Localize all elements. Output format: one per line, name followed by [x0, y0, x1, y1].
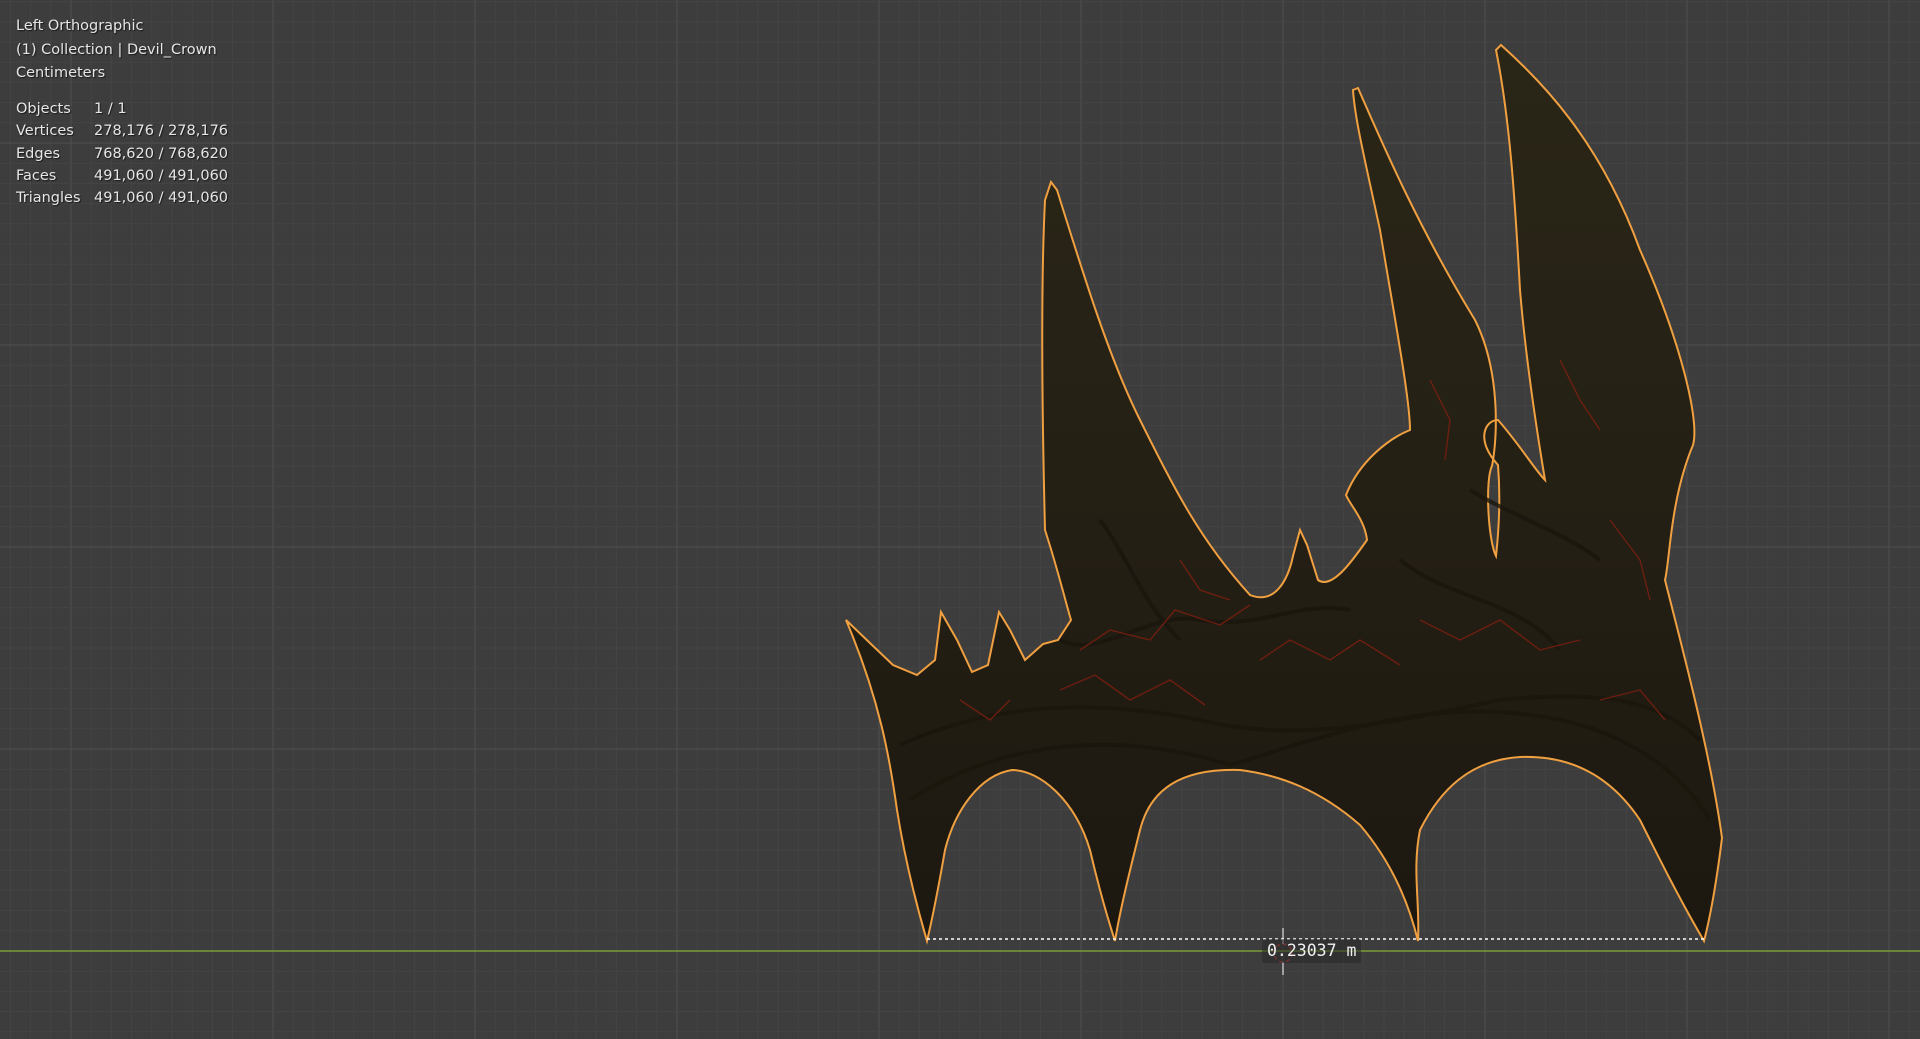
stat-row-faces: Faces 491,060 / 491,060 — [16, 165, 228, 187]
stat-value: 491,060 / 491,060 — [94, 167, 229, 184]
stat-label: Edges — [16, 145, 61, 162]
crown-mesh[interactable] — [845, 43, 1724, 945]
devil-crown-object[interactable] — [0, 0, 1920, 1039]
stat-value: 768,620 / 768,620 — [94, 145, 229, 162]
stat-row-triangles: Triangles 491,060 / 491,060 — [16, 187, 228, 209]
stat-label: Objects — [16, 101, 71, 117]
viewport-text-info: Left Orthographic (1) Collection | Devil… — [16, 15, 217, 86]
measure-distance-label: 0.23037 m — [1262, 939, 1362, 963]
stat-row-edges: Edges 768,620 / 768,620 — [16, 143, 228, 165]
stat-label: Triangles — [16, 190, 81, 207]
stat-value: 491,060 / 491,060 — [94, 190, 229, 207]
collection-object-name: (1) Collection | Devil_Crown — [16, 41, 217, 58]
stat-value: 278,176 / 278,176 — [94, 123, 229, 140]
scene-statistics: Objects 1 / 1 Vertices 278,176 / 278,176… — [16, 98, 228, 209]
units-label: Centimeters — [16, 65, 106, 81]
stat-label: Faces — [16, 167, 57, 184]
stat-row-objects: Objects 1 / 1 — [16, 98, 228, 120]
stat-label: Vertices — [16, 123, 74, 140]
view-name: Left Orthographic — [16, 18, 144, 34]
stat-value: 1 / 1 — [94, 101, 127, 117]
3d-viewport[interactable]: Left Orthographic (1) Collection | Devil… — [0, 0, 1920, 1039]
stat-row-vertices: Vertices 278,176 / 278,176 — [16, 120, 228, 142]
